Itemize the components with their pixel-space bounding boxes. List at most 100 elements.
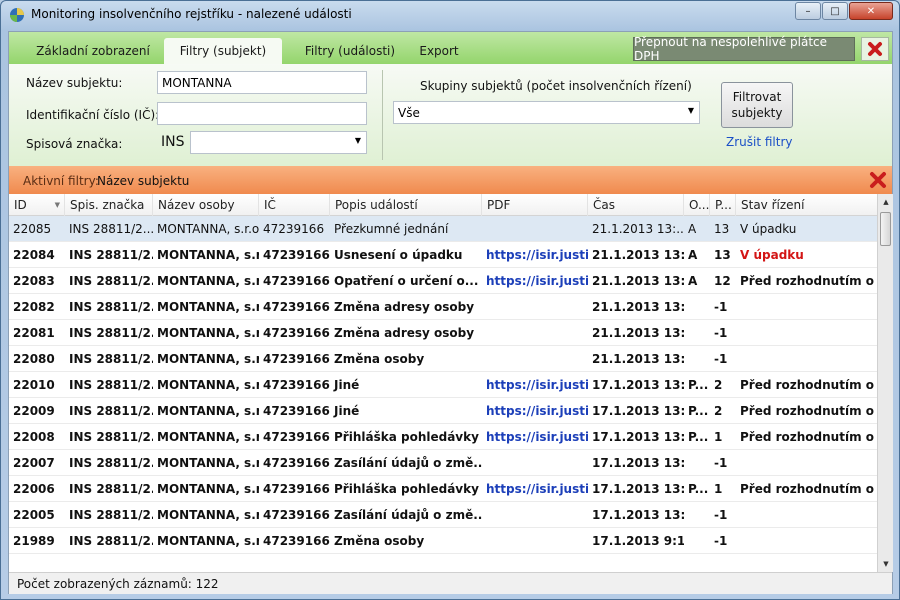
cell-popis: Změna osoby: [334, 534, 425, 548]
col-header-ic[interactable]: IČ: [259, 194, 330, 216]
cell-cas: 17.1.2013 13:...: [592, 508, 684, 522]
tab-label: Export: [419, 44, 459, 58]
maximize-button[interactable]: □: [822, 2, 848, 20]
cell-pdf[interactable]: https://isir.justic...: [482, 372, 588, 398]
cell-ic: 47239166: [263, 378, 330, 392]
table-row[interactable]: 22082 INS 28811/2... MONTANNA, s.r.o. 47239…: [9, 294, 877, 320]
tab-label: Filtry (subjekt): [179, 44, 267, 58]
cell-cas: 17.1.2013 13:...: [592, 482, 684, 496]
cell-name: MONTANNA, s.r.o.: [157, 482, 259, 496]
cancel-filters-link[interactable]: Zrušit filtry: [726, 135, 793, 149]
grid-body: 22085 INS 28811/2... MONTANNA, s.r.o. 47239…: [9, 216, 877, 554]
groups-select[interactable]: Vše ▼: [393, 101, 700, 124]
cell-id: 22082: [13, 300, 55, 314]
cell-spis: INS 28811/2...: [69, 534, 153, 548]
ic-input[interactable]: [157, 102, 367, 125]
name-label: Název subjektu:: [26, 76, 123, 90]
red-x-icon: [870, 172, 886, 188]
cell-id: 22084: [13, 248, 55, 262]
table-row[interactable]: 22083 INS 28811/2... MONTANNA, s.r.o. 47239…: [9, 268, 877, 294]
tab-filtry-udalosti[interactable]: Filtry (události): [289, 38, 411, 64]
cell-cas: 21.1.2013 13:...: [592, 248, 684, 262]
col-header-name[interactable]: Název osoby: [153, 194, 259, 216]
minimize-icon: –: [805, 5, 811, 17]
cell-stav: [736, 502, 877, 528]
cell-pdf[interactable]: https://isir.justic...: [482, 476, 588, 502]
cell-stav: [736, 320, 877, 346]
cell-pdf[interactable]: https://isir.justic...: [482, 398, 588, 424]
col-header-cas[interactable]: Čas: [588, 194, 684, 216]
cell-pdf[interactable]: https://isir.justic...: [482, 242, 588, 268]
tab-label: Základní zobrazení: [36, 44, 150, 58]
cell-spis: INS 28811/2...: [69, 248, 153, 262]
table-row[interactable]: 22080 INS 28811/2... MONTANNA, s.r.o. 47239…: [9, 346, 877, 372]
table-row[interactable]: 22006 INS 28811/2... MONTANNA, s.r.o. 47239…: [9, 476, 877, 502]
clear-active-filters-button[interactable]: [869, 171, 887, 192]
col-header-popis[interactable]: Popis událostí: [330, 194, 482, 216]
cell-stav: [736, 294, 877, 320]
table-row[interactable]: 22008 INS 28811/2... MONTANNA, s.r.o. 47239…: [9, 424, 877, 450]
cell-ic: 47239166: [263, 456, 330, 470]
tab-export[interactable]: Export: [411, 38, 467, 64]
filter-subjects-button[interactable]: Filtrovat subjekty: [721, 82, 793, 128]
col-header-pdf[interactable]: PDF: [482, 194, 588, 216]
table-row[interactable]: 22010 INS 28811/2... MONTANNA, s.r.o. 47239…: [9, 372, 877, 398]
table-row[interactable]: 22085 INS 28811/2... MONTANNA, s.r.o. 47239…: [9, 216, 877, 242]
sort-down-icon: ▼: [54, 201, 60, 209]
cell-pdf[interactable]: https://isir.justic...: [482, 424, 588, 450]
tab-zakladni-zobrazeni[interactable]: Základní zobrazení: [29, 38, 157, 64]
col-header-p[interactable]: P...: [710, 194, 736, 216]
cell-id: 22085: [13, 222, 52, 236]
col-header-label: O...: [689, 198, 710, 212]
cell-ic: 47239166: [263, 222, 325, 236]
cell-p: 13: [714, 248, 731, 262]
cell-spis: INS 28811/2...: [69, 404, 153, 418]
cell-name: MONTANNA, s.r.o.: [157, 222, 259, 236]
cell-o: [684, 450, 710, 476]
cell-id: 22009: [13, 404, 55, 418]
cell-pdf: [482, 216, 588, 242]
close-panel-button[interactable]: [861, 37, 889, 61]
col-header-label: IČ: [264, 198, 276, 212]
table-row[interactable]: 22005 INS 28811/2... MONTANNA, s.r.o. 47239…: [9, 502, 877, 528]
cell-cas: 17.1.2013 13:...: [592, 430, 684, 444]
table-row[interactable]: 21989 INS 28811/2... MONTANNA, s.r.o. 47239…: [9, 528, 877, 554]
cell-stav: [736, 346, 877, 372]
cell-id: 22010: [13, 378, 55, 392]
switch-dph-button[interactable]: Přepnout na nespolehlivé plátce DPH: [633, 35, 855, 63]
name-input[interactable]: [157, 71, 367, 94]
vertical-scrollbar[interactable]: ▲ ▼: [877, 194, 893, 572]
scroll-thumb[interactable]: [880, 212, 891, 246]
cell-spis: INS 28811/2...: [69, 300, 153, 314]
filter-panel: Název subjektu: Identifikační číslo (IČ)…: [9, 64, 892, 166]
scroll-down-icon[interactable]: ▼: [878, 556, 894, 572]
cell-id: 22083: [13, 274, 55, 288]
cell-p: -1: [714, 352, 728, 366]
cell-p: 1: [714, 430, 723, 444]
col-header-stav[interactable]: Stav řízení: [736, 194, 877, 216]
spis-label: Spisová značka:: [26, 137, 123, 151]
cell-p: -1: [714, 508, 728, 522]
events-grid[interactable]: ID ▼ Spis. značka Název osoby IČ Popis ud…: [9, 194, 877, 572]
table-row[interactable]: 22007 INS 28811/2... MONTANNA, s.r.o. 47239…: [9, 450, 877, 476]
cell-pdf[interactable]: https://isir.justic...: [482, 268, 588, 294]
cell-spis: INS 28811/2...: [69, 482, 153, 496]
table-row[interactable]: 22009 INS 28811/2... MONTANNA, s.r.o. 47239…: [9, 398, 877, 424]
col-header-id[interactable]: ID ▼: [9, 194, 65, 216]
cell-spis: INS 28811/2...: [69, 430, 153, 444]
cell-o: P...: [688, 430, 709, 444]
spis-select[interactable]: ▼: [190, 131, 367, 154]
table-row[interactable]: 22081 INS 28811/2... MONTANNA, s.r.o. 47239…: [9, 320, 877, 346]
cell-cas: 17.1.2013 13:...: [592, 404, 684, 418]
table-row[interactable]: 22084 INS 28811/2... MONTANNA, s.r.o. 47239…: [9, 242, 877, 268]
title-bar[interactable]: Monitoring insolvenčního rejstříku - nal…: [1, 1, 899, 29]
col-header-o[interactable]: O...: [684, 194, 710, 216]
caption-buttons: – □ ✕: [794, 2, 893, 20]
scroll-up-icon[interactable]: ▲: [878, 194, 894, 210]
maximize-icon: □: [830, 5, 840, 17]
close-button[interactable]: ✕: [849, 2, 893, 20]
minimize-button[interactable]: –: [795, 2, 821, 20]
col-header-label: ID: [14, 198, 27, 212]
tab-filtry-subjekt[interactable]: Filtry (subjekt): [164, 38, 282, 64]
col-header-spis[interactable]: Spis. značka: [65, 194, 153, 216]
